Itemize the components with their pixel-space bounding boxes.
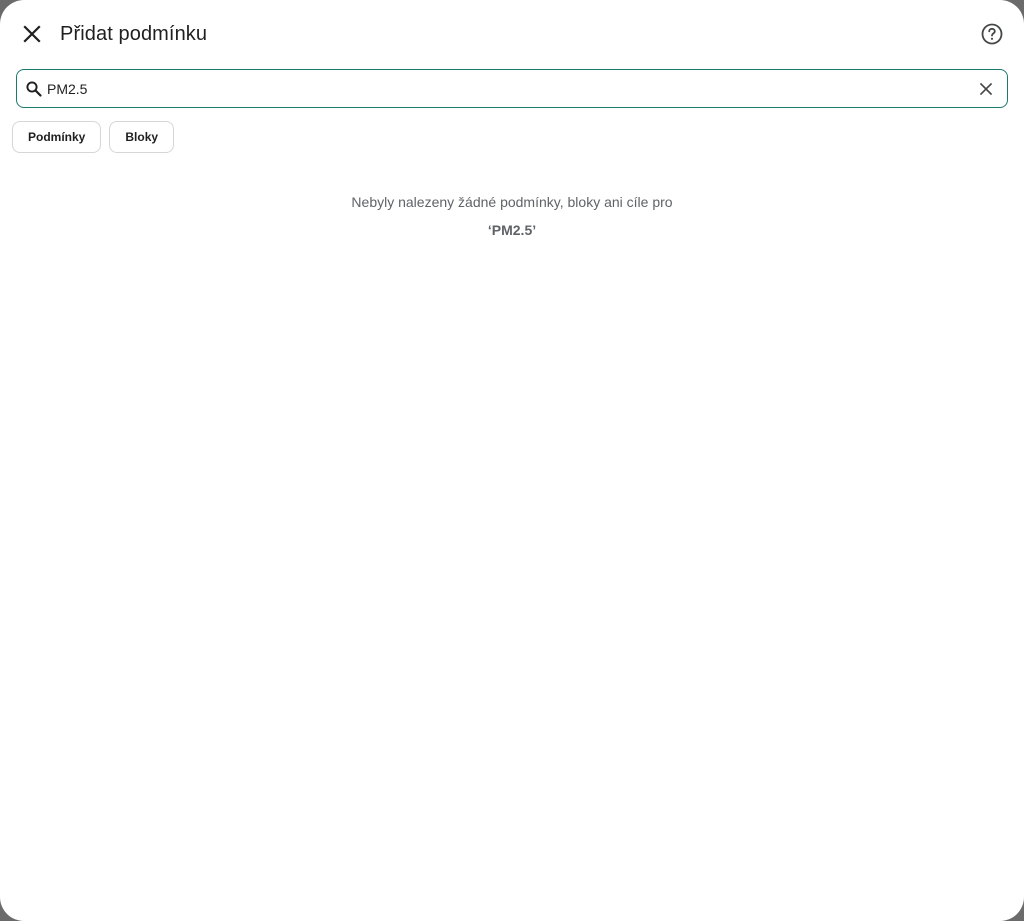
chip-conditions[interactable]: Podmínky (12, 121, 102, 153)
dialog-header: Přidat podmínku (0, 0, 1024, 68)
chip-blocks[interactable]: Bloky (109, 121, 175, 153)
clear-icon (979, 82, 993, 96)
dialog-title: Přidat podmínku (60, 23, 208, 45)
search-field[interactable] (16, 69, 1008, 108)
close-button[interactable] (12, 14, 52, 54)
clear-search-button[interactable] (973, 76, 999, 102)
search-icon (26, 81, 42, 97)
search-input[interactable] (47, 70, 967, 107)
help-circle-icon (981, 23, 1003, 45)
empty-state-query: ‘PM2.5’ (487, 222, 537, 238)
help-button[interactable] (972, 14, 1012, 54)
filter-chips: Podmínky Bloky (12, 121, 175, 153)
empty-state-message: Nebyly nalezeny žádné podmínky, bloky an… (351, 194, 673, 210)
add-condition-dialog: Přidat podmínku Podmínky Bloky Nebyly na… (0, 0, 1024, 921)
close-icon (23, 25, 41, 43)
